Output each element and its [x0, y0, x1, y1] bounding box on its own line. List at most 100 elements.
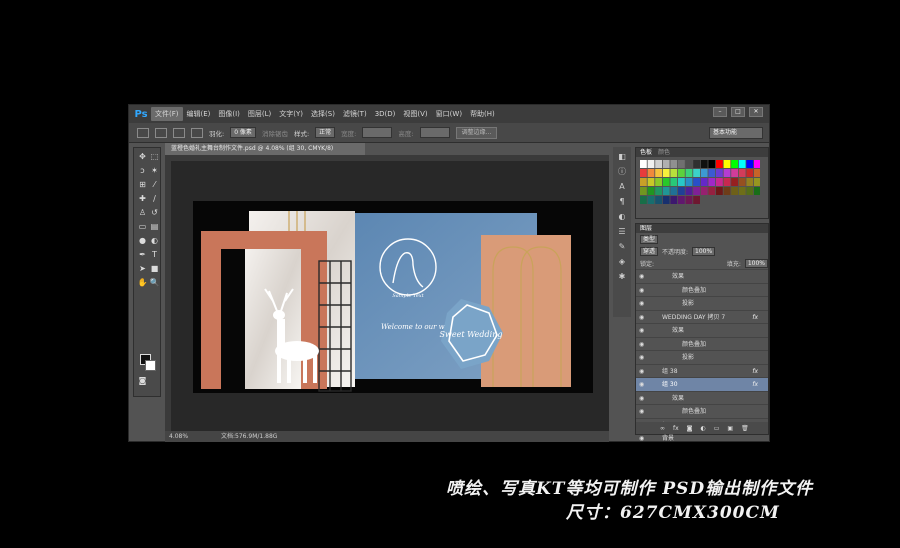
maximize-button[interactable]: □: [731, 107, 745, 117]
crop-icon[interactable]: ⊞: [137, 180, 148, 190]
quick-mask-icon[interactable]: ◙: [137, 376, 148, 386]
visibility-eye-icon[interactable]: ◉: [639, 351, 644, 364]
opacity-input[interactable]: 100%: [692, 246, 716, 256]
style-select[interactable]: 正常: [315, 127, 336, 138]
layer-row[interactable]: ◉ 投影: [636, 296, 768, 310]
layer-row[interactable]: ◉ 组 38 fx: [636, 363, 768, 378]
layer-row[interactable]: ◉ 颜色叠加: [636, 282, 768, 297]
background-color-swatch[interactable]: [145, 360, 156, 371]
menu-3d[interactable]: 3D(D): [371, 107, 400, 121]
brush-icon[interactable]: ∕: [149, 194, 160, 204]
menu-help[interactable]: 帮助(H): [466, 107, 499, 121]
layer-kind-select[interactable]: 类型: [640, 234, 659, 244]
tab-color[interactable]: 颜色: [658, 148, 670, 157]
fill-input[interactable]: 100%: [744, 258, 768, 268]
stamp-icon[interactable]: ♙: [137, 208, 148, 218]
menu-edit[interactable]: 编辑(E): [183, 107, 215, 121]
layers-footer-icon[interactable]: ▣: [727, 425, 733, 432]
marquee-tool-icon[interactable]: [137, 127, 149, 138]
visibility-eye-icon[interactable]: ◉: [639, 311, 644, 324]
layer-fx-icon[interactable]: fx: [752, 378, 758, 391]
document-tab[interactable]: 蓝橙色婚礼主舞台制作文件.psd @ 4.08% (组 30, CMYK/8): [165, 143, 365, 155]
subtract-selection-icon[interactable]: [191, 127, 203, 138]
layer-row[interactable]: ◉ 颜色叠加: [636, 336, 768, 351]
visibility-eye-icon[interactable]: ◉: [639, 405, 644, 418]
hand-icon[interactable]: ✋: [137, 278, 148, 288]
history-icon[interactable]: ◧: [616, 152, 628, 162]
layer-row[interactable]: ◉ 颜色叠加: [636, 404, 768, 418]
menu-file[interactable]: 文件(F): [151, 107, 183, 121]
eraser-icon[interactable]: ▭: [137, 222, 148, 232]
visibility-eye-icon[interactable]: ◉: [639, 270, 644, 283]
tab-swatches[interactable]: 色板: [640, 148, 652, 157]
visibility-eye-icon[interactable]: ◉: [639, 378, 644, 391]
zoom-level[interactable]: 4.08%: [169, 431, 188, 442]
move-tool-icon[interactable]: ✥: [137, 152, 148, 162]
eyedropper-icon[interactable]: ⁄: [149, 180, 160, 190]
layer-row[interactable]: ◉ 效果: [636, 323, 768, 337]
layers-footer-icon[interactable]: ◙: [687, 425, 693, 432]
visibility-eye-icon[interactable]: ◉: [639, 365, 644, 378]
gradient-icon[interactable]: ▤: [149, 222, 160, 232]
height-input[interactable]: [419, 127, 450, 138]
healing-icon[interactable]: ✚: [137, 194, 148, 204]
shape-icon[interactable]: ■: [149, 264, 160, 274]
close-button[interactable]: ✕: [749, 107, 763, 117]
info-icon[interactable]: ⓘ: [616, 167, 628, 177]
layer-fx-icon[interactable]: fx: [752, 365, 758, 378]
swatch-20: [670, 169, 678, 177]
new-selection-icon[interactable]: [155, 127, 167, 138]
channels-icon[interactable]: ☰: [616, 227, 628, 237]
visibility-eye-icon[interactable]: ◉: [639, 284, 644, 297]
styles-icon[interactable]: ◈: [616, 257, 628, 267]
menu-filter[interactable]: 滤镜(T): [339, 107, 371, 121]
marquee-icon[interactable]: ⬚: [149, 152, 160, 162]
layer-row[interactable]: ◉ WEDDING DAY 拷贝 7 fx: [636, 309, 768, 324]
minimize-button[interactable]: –: [713, 107, 727, 117]
history-brush-icon[interactable]: ↺: [149, 208, 160, 218]
add-selection-icon[interactable]: [173, 127, 185, 138]
workspace-select[interactable]: 基本功能: [709, 127, 763, 139]
visibility-eye-icon[interactable]: ◉: [639, 338, 644, 351]
antialias-checkbox[interactable]: 消除锯齿: [262, 128, 288, 138]
layer-row[interactable]: ◉ 组 30 fx: [636, 377, 768, 391]
adjustments-icon[interactable]: ◐: [616, 212, 628, 222]
menu-window[interactable]: 窗口(W): [432, 107, 466, 121]
character-icon[interactable]: A: [616, 182, 628, 192]
layer-fx-icon[interactable]: fx: [752, 311, 758, 324]
pen-icon[interactable]: ✒: [137, 250, 148, 260]
menu-image[interactable]: 图像(I): [214, 107, 244, 121]
dodge-icon[interactable]: ◐: [149, 236, 160, 246]
width-input[interactable]: [362, 127, 393, 138]
visibility-eye-icon[interactable]: ◉: [639, 392, 644, 405]
layer-row[interactable]: ◉ 效果: [636, 390, 768, 405]
visibility-eye-icon[interactable]: ◉: [639, 297, 644, 310]
menu-type[interactable]: 文字(Y): [275, 107, 307, 121]
swatch-56: [700, 187, 708, 195]
lasso-icon[interactable]: ↄ: [137, 166, 148, 176]
path-select-icon[interactable]: ➤: [137, 264, 148, 274]
menu-select[interactable]: 选择(S): [307, 107, 339, 121]
layers-footer-icon[interactable]: ∞: [660, 425, 665, 432]
layers-footer-icon[interactable]: ◐: [701, 425, 706, 432]
layer-row[interactable]: ◉ 投影: [636, 350, 768, 364]
zoom-icon[interactable]: 🔍: [149, 278, 160, 288]
refine-edge-button[interactable]: 调整边缘...: [455, 126, 498, 139]
brushes-icon[interactable]: ✱: [616, 272, 628, 282]
layers-footer-icon[interactable]: ▭: [714, 425, 720, 432]
feather-input[interactable]: 0 像素: [230, 127, 256, 138]
blur-icon[interactable]: ●: [137, 236, 148, 246]
menu-view[interactable]: 视图(V): [399, 107, 431, 121]
paths-icon[interactable]: ✎: [616, 242, 628, 252]
layers-footer-icon[interactable]: fx: [673, 425, 679, 432]
layers-footer-icon[interactable]: 🗑: [741, 425, 749, 432]
menu-layer[interactable]: 图层(L): [244, 107, 275, 121]
blend-mode-select[interactable]: 穿透: [640, 246, 659, 256]
visibility-eye-icon[interactable]: ◉: [639, 324, 644, 337]
magic-wand-icon[interactable]: ✶: [149, 166, 160, 176]
swatch-grid[interactable]: [640, 160, 760, 218]
tab-layers[interactable]: 图层: [640, 224, 652, 233]
type-icon[interactable]: T: [149, 250, 160, 260]
layer-row[interactable]: ◉ 效果: [636, 269, 768, 283]
paragraph-icon[interactable]: ¶: [616, 197, 628, 207]
